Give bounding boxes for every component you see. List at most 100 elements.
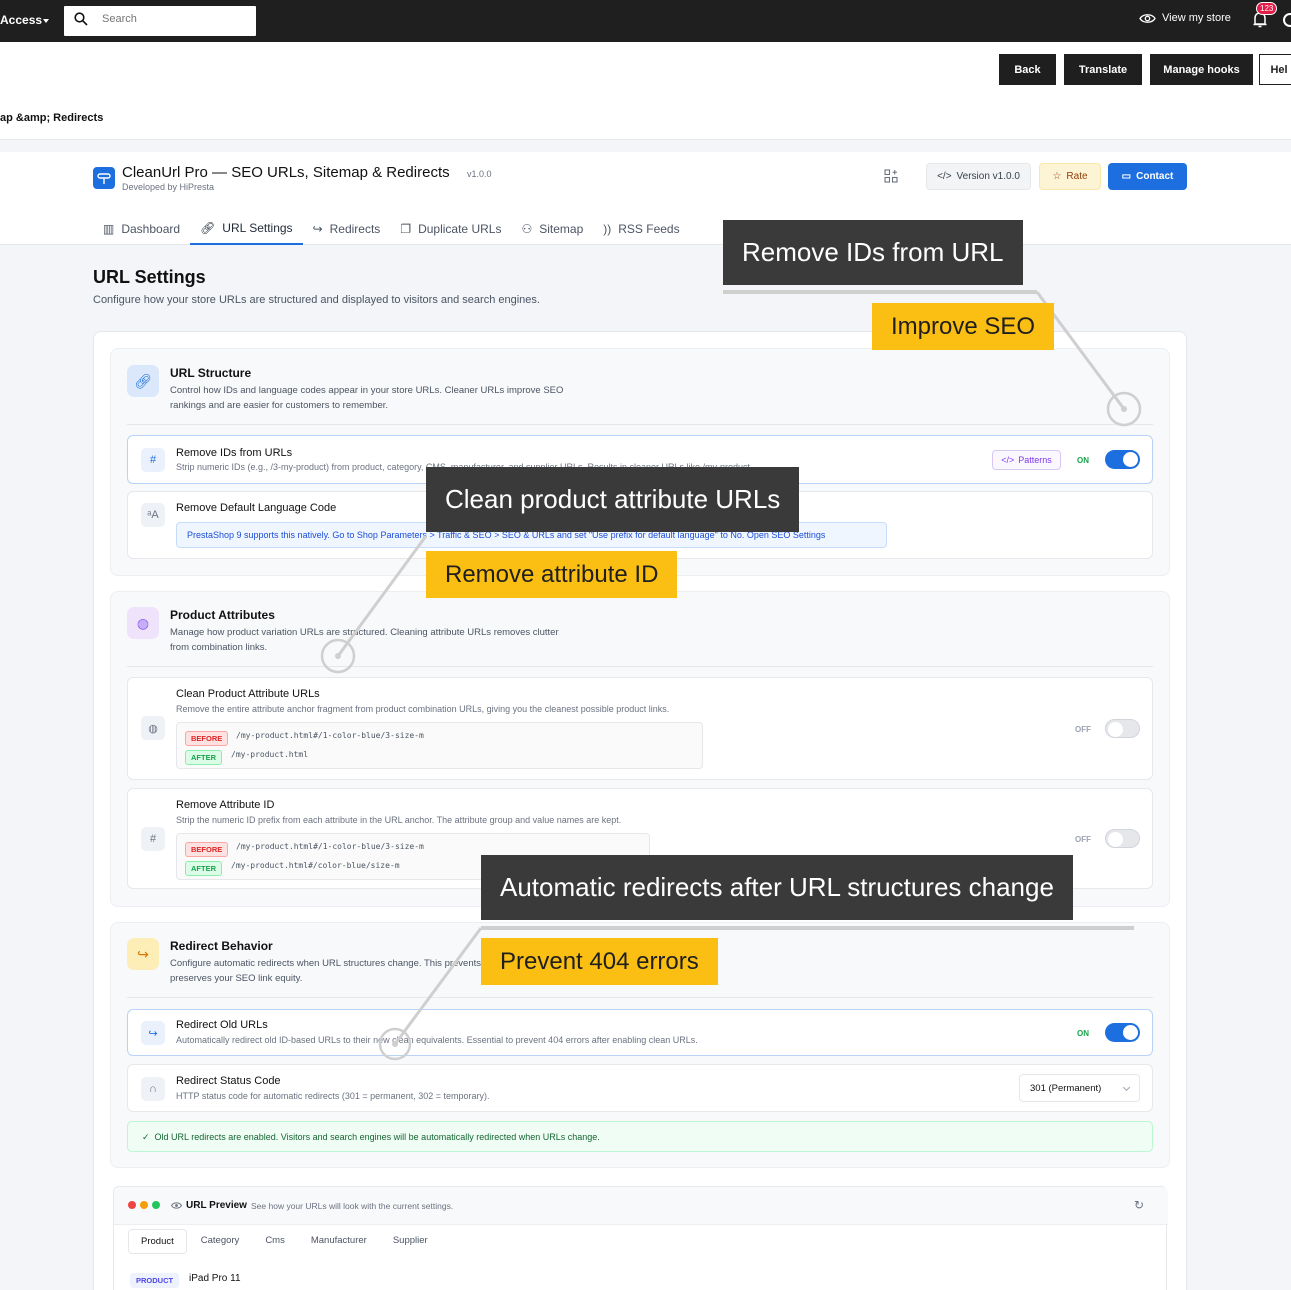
redirect-icon: ↪ (127, 938, 159, 970)
preview-tab-manufacturer[interactable]: Manufacturer (299, 1229, 379, 1254)
callout-remove-attr-id: Remove attribute ID (426, 551, 678, 598)
eye-icon (1139, 13, 1156, 23)
page-toolbar: Back Translate Manage hooks Hel ap &amp;… (0, 42, 1291, 140)
yellow-dot-icon (140, 1201, 148, 1209)
module-tabs: ▥ Dashboard 🔗︎ URL Settings ↪ Redirects ❐ Du… (93, 212, 690, 245)
view-store-link[interactable]: View my store (1139, 12, 1231, 24)
account-icon[interactable] (1283, 13, 1291, 27)
apps-grid-icon[interactable] (884, 169, 898, 183)
patterns-label: Patterns (1018, 455, 1052, 465)
tab-dashboard[interactable]: ▥ Dashboard (93, 212, 190, 245)
divider (127, 424, 1153, 425)
module-title: CleanUrl Pro — SEO URLs, Sitemap & Redir… (122, 164, 450, 181)
tab-redirects[interactable]: ↪ Redirects (303, 212, 391, 245)
url-preview-panel: URL Preview See how your URLs will look … (113, 1186, 1168, 1290)
redirect-icon: ↪ (312, 221, 323, 236)
rate-button-label: Rate (1066, 171, 1088, 182)
tab-duplicate-urls[interactable]: ❐ Duplicate URLs (390, 212, 511, 245)
access-menu[interactable]: Access (0, 13, 42, 27)
view-store-label: View my store (1162, 12, 1231, 24)
link-icon: 🔗︎ (200, 220, 216, 235)
hash-icon: # (141, 448, 165, 472)
redirects-enabled-text: Old URL redirects are enabled. Visitors … (154, 1132, 600, 1142)
status-code-row (127, 1064, 1153, 1112)
preview-tabs: Product Category Cms Manufacturer Suppli… (128, 1229, 440, 1254)
copy-icon: ❐ (400, 221, 412, 236)
search-box[interactable] (64, 6, 256, 36)
palette-icon: ◍ (127, 607, 159, 639)
url-structure-desc-1: Control how IDs and language codes appea… (170, 385, 564, 396)
toggle-knob (1123, 1025, 1138, 1040)
status-code-desc: HTTP status code for automatic redirects… (176, 1091, 490, 1101)
preview-tab-cms[interactable]: Cms (253, 1229, 297, 1254)
url-preview-title: URL Preview (186, 1200, 247, 1211)
access-caret-icon[interactable] (43, 19, 49, 23)
redirects-enabled-notice: ✓ Old URL redirects are enabled. Visitor… (127, 1121, 1153, 1152)
page-title: URL Settings (93, 267, 206, 287)
module-developer: Developed by HiPresta (122, 182, 215, 192)
clean-attr-example (176, 722, 703, 769)
headset-icon: ∩ (141, 1077, 165, 1101)
contact-button[interactable]: ▭ Contact (1108, 163, 1187, 190)
chart-icon: ▥ (103, 221, 115, 236)
redirect-old-row (127, 1009, 1153, 1056)
before-url: /my-product.html#/1-color-blue/3-size-m (236, 842, 424, 851)
callout-remove-ids: Remove IDs from URL (723, 220, 1023, 285)
remove-attr-toggle[interactable] (1105, 829, 1140, 848)
back-button[interactable]: Back (999, 54, 1056, 85)
toggle-knob (1108, 832, 1123, 847)
callout-improve-seo: Improve SEO (872, 303, 1055, 350)
after-tag: AFTER (185, 750, 222, 765)
message-icon: ▭ (1121, 171, 1132, 182)
tab-sitemap[interactable]: ⚇ Sitemap (511, 212, 593, 245)
tab-label: Duplicate URLs (418, 221, 502, 236)
redirect-old-toggle[interactable] (1105, 1023, 1140, 1042)
admin-topbar: Access View my store 123 (0, 0, 1291, 42)
product-tag: PRODUCT (130, 1273, 180, 1288)
chevron-down-icon (1122, 1083, 1131, 1092)
clean-attr-toggle[interactable] (1105, 719, 1140, 738)
preview-tab-product[interactable]: Product (128, 1229, 187, 1254)
search-input[interactable] (102, 13, 242, 25)
green-dot-icon (152, 1201, 160, 1209)
remove-ids-state: ON (1077, 456, 1089, 465)
url-structure-desc-2: rankings and are easier for customers to… (170, 400, 389, 411)
refresh-icon[interactable]: ↻ (1134, 1198, 1144, 1212)
status-code-value: 301 (Permanent) (1030, 1083, 1102, 1094)
translate-icon: ᵃA (141, 503, 165, 527)
clean-attr-state: OFF (1075, 725, 1091, 734)
rss-icon: )) (603, 221, 612, 236)
translate-button[interactable]: Translate (1064, 54, 1142, 85)
tab-rss-feeds[interactable]: )) RSS Feeds (593, 212, 689, 245)
link-icon: 🔗︎ (127, 365, 159, 397)
rate-button[interactable]: ☆ Rate (1039, 163, 1101, 190)
remove-ids-toggle[interactable] (1105, 450, 1140, 469)
url-structure-title: URL Structure (170, 366, 252, 380)
version-button[interactable]: </> Version v1.0.0 (926, 163, 1031, 190)
toggle-knob (1123, 452, 1138, 467)
clean-attr-title: Clean Product Attribute URLs (176, 688, 320, 700)
help-button[interactable]: Hel (1259, 54, 1291, 85)
preview-tab-supplier[interactable]: Supplier (381, 1229, 440, 1254)
redirect-behavior-desc-2: preserves your SEO link equity. (170, 973, 303, 984)
tab-url-settings[interactable]: 🔗︎ URL Settings (190, 212, 303, 245)
manage-hooks-button[interactable]: Manage hooks (1150, 54, 1253, 85)
hash-icon: # (141, 827, 165, 851)
tab-label: Sitemap (539, 221, 584, 236)
status-code-select[interactable]: 301 (Permanent) (1019, 1074, 1140, 1102)
patterns-button[interactable]: </> Patterns (992, 450, 1061, 470)
redirect-old-state: ON (1077, 1029, 1089, 1038)
remove-attr-state: OFF (1075, 835, 1091, 844)
module-logo-icon (93, 167, 115, 189)
clean-attr-desc: Remove the entire attribute anchor fragm… (176, 704, 670, 714)
after-url: /my-product.html (231, 750, 309, 759)
status-code-title: Redirect Status Code (176, 1075, 281, 1087)
search-icon (74, 12, 88, 26)
contact-button-label: Contact (1136, 171, 1174, 182)
remove-attr-desc: Strip the numeric ID prefix from each at… (176, 815, 622, 825)
remove-attr-title: Remove Attribute ID (176, 799, 275, 811)
preview-tab-category[interactable]: Category (189, 1229, 252, 1254)
after-url: /my-product.html#/color-blue/size-m (231, 861, 400, 870)
remove-ids-title: Remove IDs from URLs (176, 447, 293, 459)
before-url: /my-product.html#/1-color-blue/3-size-m (236, 731, 424, 740)
